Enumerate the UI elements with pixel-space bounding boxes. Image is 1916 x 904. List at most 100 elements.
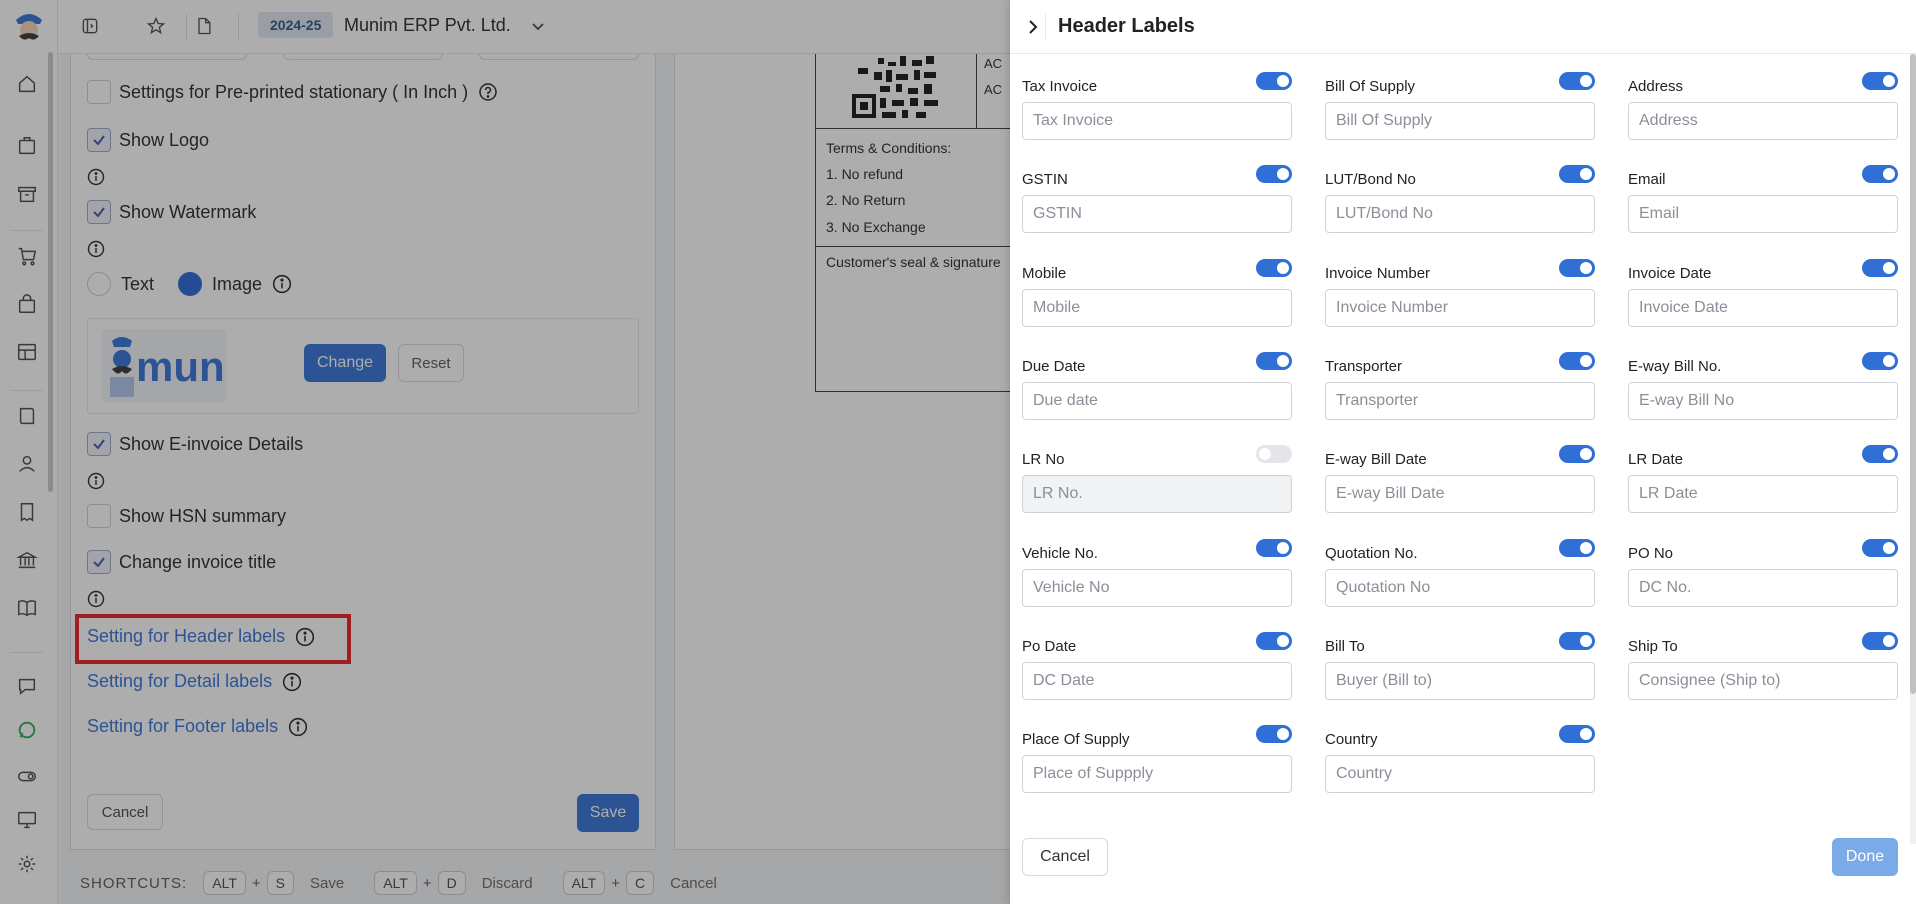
field-label: Invoice Date (1628, 265, 1712, 282)
input-email[interactable] (1628, 195, 1898, 233)
done-button[interactable]: Done (1832, 838, 1898, 876)
modal-overlay[interactable] (0, 0, 1010, 904)
collapse-chevron-icon[interactable] (1020, 14, 1046, 40)
input-lut-bond-no[interactable] (1325, 195, 1595, 233)
field-country: Country (1325, 725, 1595, 803)
field-due-date: Due Date (1022, 352, 1292, 430)
field-lr-no: LR No (1022, 445, 1292, 523)
input-bill-of-supply[interactable] (1325, 102, 1595, 140)
toggle-country[interactable] (1559, 725, 1595, 743)
field-po-date: Po Date (1022, 632, 1292, 710)
input-ship-to[interactable] (1628, 662, 1898, 700)
field-label: Transporter (1325, 358, 1402, 375)
toggle-e-way-bill-no[interactable] (1862, 352, 1898, 370)
field-lr-date: LR Date (1628, 445, 1898, 523)
field-email: Email (1628, 165, 1898, 243)
field-label: E-way Bill No. (1628, 358, 1722, 375)
field-label: Email (1628, 171, 1666, 188)
input-po-no[interactable] (1628, 569, 1898, 607)
field-label: Vehicle No. (1022, 545, 1098, 562)
toggle-place-of-supply[interactable] (1256, 725, 1292, 743)
input-tax-invoice[interactable] (1022, 102, 1292, 140)
field-label: Invoice Number (1325, 265, 1431, 282)
toggle-invoice-date[interactable] (1862, 259, 1898, 277)
field-label: Place Of Supply (1022, 731, 1130, 748)
input-gstin[interactable] (1022, 195, 1292, 233)
toggle-bill-to[interactable] (1559, 632, 1595, 650)
input-bill-to[interactable] (1325, 662, 1595, 700)
field-label: Tax Invoice (1022, 78, 1098, 95)
field-tax-invoice: Tax Invoice (1022, 72, 1292, 150)
toggle-gstin[interactable] (1256, 165, 1292, 183)
field-label: Po Date (1022, 638, 1077, 655)
toggle-lr-no[interactable] (1256, 445, 1292, 463)
field-lut-bond-no: LUT/Bond No (1325, 165, 1595, 243)
toggle-mobile[interactable] (1256, 259, 1292, 277)
field-label: Ship To (1628, 638, 1678, 655)
field-label: Address (1628, 78, 1684, 95)
input-e-way-bill-no[interactable] (1628, 382, 1898, 420)
field-label: Country (1325, 731, 1378, 748)
field-invoice-number: Invoice Number (1325, 259, 1595, 337)
input-invoice-number[interactable] (1325, 289, 1595, 327)
field-e-way-bill-no: E-way Bill No. (1628, 352, 1898, 430)
input-due-date[interactable] (1022, 382, 1292, 420)
input-lr-no[interactable] (1022, 475, 1292, 513)
toggle-tax-invoice[interactable] (1256, 72, 1292, 90)
toggle-quotation-no[interactable] (1559, 539, 1595, 557)
drawer-header: Header Labels (1010, 0, 1916, 54)
toggle-transporter[interactable] (1559, 352, 1595, 370)
field-label: PO No (1628, 545, 1674, 562)
field-po-no: PO No (1628, 539, 1898, 617)
field-bill-to: Bill To (1325, 632, 1595, 710)
field-label: GSTIN (1022, 171, 1068, 188)
field-gstin: GSTIN (1022, 165, 1292, 243)
field-label: Mobile (1022, 265, 1067, 282)
input-lr-date[interactable] (1628, 475, 1898, 513)
field-transporter: Transporter (1325, 352, 1595, 430)
field-place-of-supply: Place Of Supply (1022, 725, 1292, 803)
input-invoice-date[interactable] (1628, 289, 1898, 327)
header-labels-drawer: Header Labels Tax Invoice Bill Of Supply A… (1010, 0, 1916, 904)
toggle-e-way-bill-date[interactable] (1559, 445, 1595, 463)
input-po-date[interactable] (1022, 662, 1292, 700)
field-label: Due Date (1022, 358, 1086, 375)
cancel-button[interactable]: Cancel (1022, 838, 1108, 876)
input-quotation-no[interactable] (1325, 569, 1595, 607)
field-quotation-no: Quotation No. (1325, 539, 1595, 617)
field-label: Bill To (1325, 638, 1365, 655)
input-address[interactable] (1628, 102, 1898, 140)
toggle-vehicle-no[interactable] (1256, 539, 1292, 557)
input-vehicle-no[interactable] (1022, 569, 1292, 607)
field-vehicle-no: Vehicle No. (1022, 539, 1292, 617)
field-mobile: Mobile (1022, 259, 1292, 337)
toggle-address[interactable] (1862, 72, 1898, 90)
field-invoice-date: Invoice Date (1628, 259, 1898, 337)
toggle-ship-to[interactable] (1862, 632, 1898, 650)
input-mobile[interactable] (1022, 289, 1292, 327)
field-bill-of-supply: Bill Of Supply (1325, 72, 1595, 150)
toggle-lr-date[interactable] (1862, 445, 1898, 463)
field-label: LR Date (1628, 451, 1684, 468)
drawer-title: Header Labels (1058, 15, 1195, 37)
toggle-bill-of-supply[interactable] (1559, 72, 1595, 90)
field-label: Quotation No. (1325, 545, 1418, 562)
input-transporter[interactable] (1325, 382, 1595, 420)
field-label: E-way Bill Date (1325, 451, 1427, 468)
field-label: LUT/Bond No (1325, 171, 1416, 188)
toggle-lut-bond-no[interactable] (1559, 165, 1595, 183)
toggle-po-date[interactable] (1256, 632, 1292, 650)
field-address: Address (1628, 72, 1898, 150)
drawer-scrollbar[interactable] (1910, 54, 1916, 844)
toggle-email[interactable] (1862, 165, 1898, 183)
toggle-invoice-number[interactable] (1559, 259, 1595, 277)
input-place-of-supply[interactable] (1022, 755, 1292, 793)
input-e-way-bill-date[interactable] (1325, 475, 1595, 513)
field-label: LR No (1022, 451, 1065, 468)
field-e-way-bill-date: E-way Bill Date (1325, 445, 1595, 523)
input-country[interactable] (1325, 755, 1595, 793)
toggle-po-no[interactable] (1862, 539, 1898, 557)
field-ship-to: Ship To (1628, 632, 1898, 710)
toggle-due-date[interactable] (1256, 352, 1292, 370)
field-label: Bill Of Supply (1325, 78, 1416, 95)
